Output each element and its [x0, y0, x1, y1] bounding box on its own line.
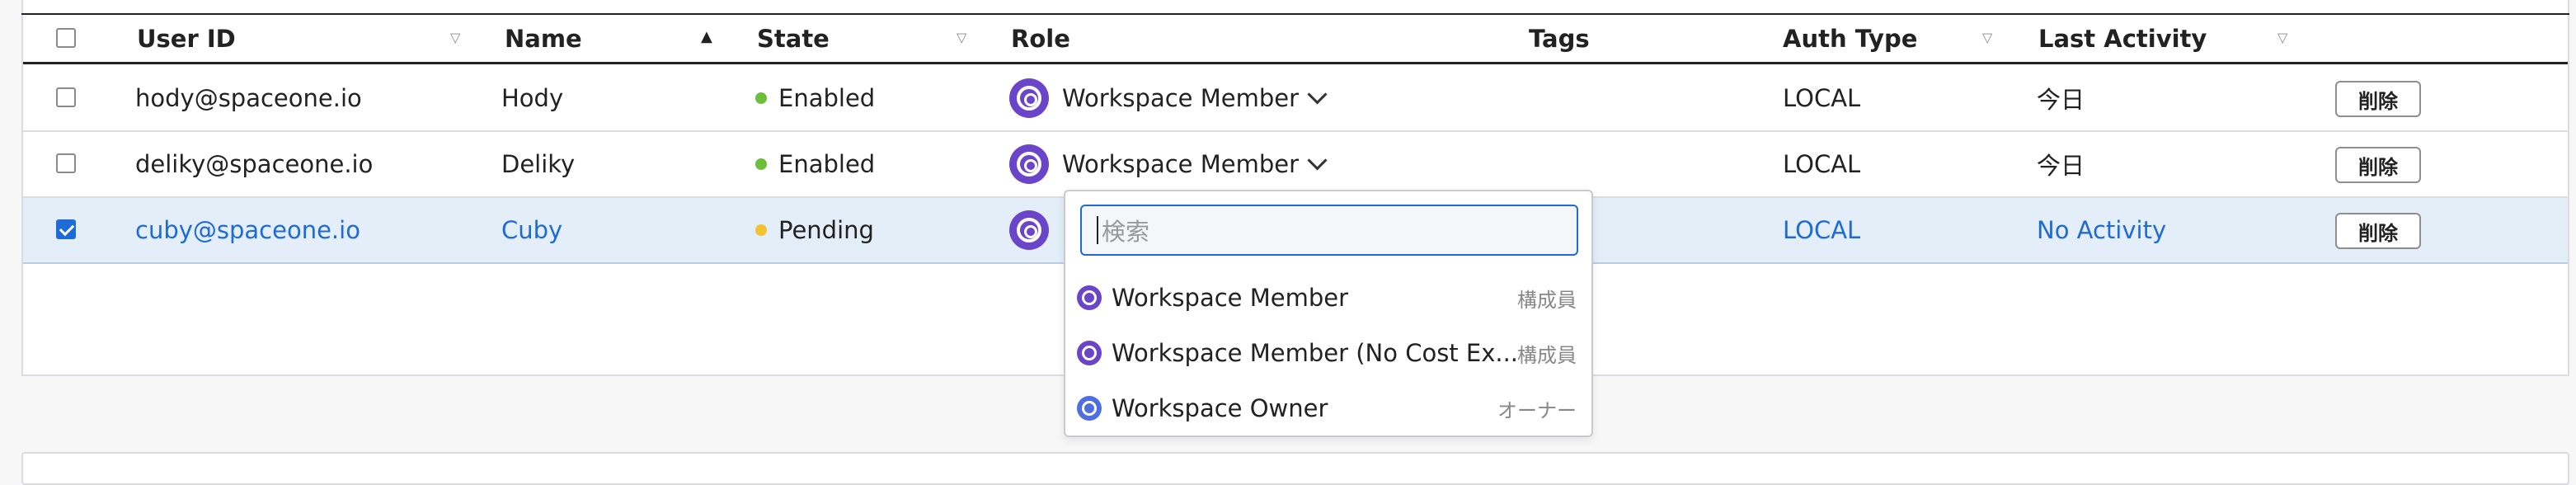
delete-button[interactable]: 削除	[2335, 213, 2421, 249]
sort-icon[interactable]: ▽	[450, 30, 460, 45]
last-activity-cell: No Activity	[2037, 216, 2167, 244]
secondary-panel	[21, 452, 2569, 485]
state-cell: Enabled	[755, 132, 875, 196]
auth-type-cell: LOCAL	[1783, 150, 1861, 178]
last-activity-cell: 今日	[2037, 86, 2085, 114]
workspace-member-icon	[1009, 78, 1049, 118]
user-id-cell: cuby@spaceone.io	[135, 216, 360, 244]
role-option-tag: 構成員	[1517, 288, 1577, 312]
column-header-last-activity[interactable]: Last Activity	[2038, 15, 2207, 63]
role-option-tag: オーナー	[1497, 398, 1577, 422]
select-all-checkbox[interactable]	[56, 28, 76, 48]
auth-type-cell: LOCAL	[1783, 216, 1861, 244]
role-option-label: Workspace Member (No Cost Ex...	[1112, 339, 1519, 367]
status-dot-icon	[755, 92, 767, 104]
workspace-member-icon	[1009, 144, 1049, 184]
role-select[interactable]: Workspace Member	[1009, 132, 1328, 196]
role-label: Workspace Member	[1062, 84, 1300, 112]
workspace-member-icon	[1077, 341, 1102, 365]
role-option-label: Workspace Owner	[1112, 394, 1328, 422]
sort-ascending-icon[interactable]: ▲	[701, 28, 712, 45]
status-dot-icon	[755, 224, 767, 236]
column-header-tags: Tags	[1529, 25, 1590, 53]
sort-icon[interactable]: ▽	[2278, 30, 2287, 45]
status-dot-icon	[755, 158, 767, 170]
workspace-member-icon	[1077, 285, 1102, 310]
user-id-cell: deliky@spaceone.io	[135, 150, 374, 178]
name-cell: Deliky	[501, 150, 576, 178]
state-label: Enabled	[778, 84, 876, 112]
name-cell: Cuby	[501, 216, 563, 244]
role-option[interactable]: Workspace Owner オーナー	[1077, 381, 1582, 436]
role-option[interactable]: Workspace Member 構成員	[1077, 271, 1582, 325]
last-activity-cell: 今日	[2037, 152, 2085, 180]
text-caret	[1097, 216, 1098, 244]
column-header-auth-type[interactable]: Auth Type	[1783, 15, 1917, 63]
row-checkbox[interactable]	[56, 153, 76, 173]
state-label: Pending	[778, 216, 874, 244]
role-select[interactable]	[1009, 198, 1062, 262]
sort-icon[interactable]: ▽	[1982, 30, 1992, 45]
delete-button[interactable]: 削除	[2335, 81, 2421, 117]
state-label: Enabled	[778, 150, 876, 178]
column-header-role: Role	[1011, 25, 1070, 53]
role-select[interactable]: Workspace Member	[1009, 66, 1328, 130]
auth-type-cell: LOCAL	[1783, 84, 1861, 112]
role-search-input[interactable]: 検索	[1080, 205, 1578, 256]
table-row[interactable]: hody@spaceone.io Hody Enabled Workspace …	[23, 66, 2568, 132]
role-label: Workspace Member	[1062, 150, 1300, 178]
table-row[interactable]: deliky@spaceone.io Deliky Enabled Worksp…	[23, 132, 2568, 198]
workspace-owner-icon	[1077, 396, 1102, 421]
state-cell: Pending	[755, 198, 874, 262]
delete-button[interactable]: 削除	[2335, 147, 2421, 183]
chevron-down-icon[interactable]	[1307, 83, 1328, 105]
user-id-cell: hody@spaceone.io	[135, 84, 362, 112]
row-checkbox[interactable]	[56, 87, 76, 107]
chevron-down-icon[interactable]	[1307, 149, 1328, 171]
column-header-name[interactable]: Name	[505, 15, 582, 63]
role-option[interactable]: Workspace Member (No Cost Ex... 構成員	[1077, 326, 1582, 380]
role-dropdown-menu: 検索 Workspace Member 構成員 Workspace Member…	[1064, 190, 1593, 437]
row-checkbox-checked[interactable]	[56, 219, 76, 239]
sort-icon[interactable]: ▽	[957, 30, 966, 45]
role-option-tag: 構成員	[1517, 343, 1577, 367]
role-option-label: Workspace Member	[1112, 284, 1349, 312]
search-placeholder: 検索	[1102, 218, 1150, 246]
table-header: User ID ▽ Name ▲ State ▽ Role Tags Auth …	[23, 15, 2568, 64]
state-cell: Enabled	[755, 66, 875, 130]
name-cell: Hody	[501, 84, 564, 112]
workspace-member-icon	[1009, 210, 1049, 250]
column-header-user-id[interactable]: User ID	[137, 15, 236, 63]
column-header-state[interactable]: State	[757, 15, 830, 63]
